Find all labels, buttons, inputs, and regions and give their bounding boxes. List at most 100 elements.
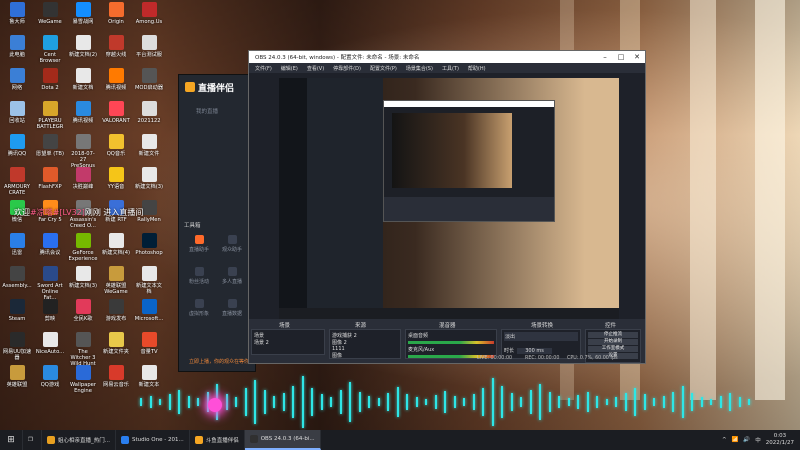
desktop-icon[interactable]: 网易云音乐 (101, 365, 131, 388)
desktop-icon[interactable]: PLAYERU BATTLEGR (35, 101, 65, 130)
app-nav-item[interactable]: 粉丝活动 (184, 267, 214, 285)
start-button[interactable]: ⊞ (0, 430, 23, 450)
duration-input[interactable]: 300 ms (517, 348, 552, 354)
app-nav-item[interactable]: 直播数据 (217, 299, 247, 317)
desktop-icon[interactable]: Dota 2 (35, 68, 65, 91)
maximize-icon[interactable]: □ (613, 53, 629, 61)
desktop-icon[interactable]: 愿望单 (TB) (35, 134, 65, 157)
waveform-bar (377, 398, 380, 406)
streaming-app-window[interactable]: 直播伴侣 我的直播 工具箱 直播助手 观众助手 粉丝活动 多人直播 虚拟形象 直播数据 立… (178, 74, 256, 372)
stop-stream-button[interactable]: 停止推流 (588, 332, 638, 338)
desktop-icon[interactable]: Assembly... (2, 266, 32, 289)
app-tab-my-live[interactable]: 我的直播 (196, 107, 255, 115)
source-item[interactable]: 图像 2 (332, 339, 398, 346)
scenes-dock[interactable]: 场景 场景 2 (251, 329, 325, 355)
app-nav-item[interactable]: 观众助手 (217, 235, 247, 253)
desktop-icon[interactable]: 穿越火线 (101, 35, 131, 58)
desktop-icon[interactable]: Sword Art Online Fat... (35, 266, 65, 301)
source-item[interactable]: 游戏捕获 2 (332, 332, 398, 339)
desktop-icon[interactable]: 新建文本文档 (134, 266, 164, 295)
desktop-icon[interactable]: 腾讯视频 (68, 101, 98, 124)
desktop-icon[interactable]: 网易UU加速器 (2, 332, 32, 361)
minimize-icon[interactable]: – (597, 53, 613, 61)
desktop-icon[interactable]: Photoshop (134, 233, 164, 256)
desktop-icon[interactable]: 腾讯视频 (101, 68, 131, 91)
app-nav-item[interactable]: 直播助手 (184, 235, 214, 253)
obs-menu-item[interactable]: 文件(F) (255, 65, 272, 72)
taskbar-app[interactable]: 姐心相亲直播_热门... (42, 430, 116, 450)
desktop-icon[interactable]: 英雄联盟WeGame (101, 266, 131, 295)
desktop-icon[interactable]: VALORANT (101, 101, 131, 124)
desktop-icon[interactable]: 新建文档 (68, 68, 98, 91)
desktop-icon[interactable]: 网络 (2, 68, 32, 91)
desktop-icon[interactable]: GeForce Experience (68, 233, 98, 262)
desktop-icon[interactable]: YY语音 (101, 167, 131, 190)
desktop-icon[interactable]: Microsoft... (134, 299, 164, 322)
start-recording-button[interactable]: 开始录制 (588, 339, 638, 345)
desktop-icon[interactable]: Among.Us (134, 2, 164, 25)
desktop-icon[interactable]: Origin (101, 2, 131, 25)
scene-item[interactable]: 场景 (254, 332, 322, 339)
desktop-icon[interactable]: 迅雷 (2, 233, 32, 256)
obs-menu-item[interactable]: 配置文件(P) (370, 65, 397, 72)
taskbar-app[interactable]: Studio One - 201... (116, 430, 190, 450)
obs-window[interactable]: OBS 24.0.3 (64-bit, windows) - 配置文件: 未命名… (248, 50, 646, 364)
scene-item[interactable]: 场景 2 (254, 339, 322, 346)
desktop-icon[interactable]: WeGame (35, 2, 65, 25)
desktop-icon[interactable]: 暴雪战网 (68, 2, 98, 25)
desktop-icon[interactable]: MOD启动器 (134, 68, 164, 91)
desktop-icon[interactable]: Cent Browser (35, 35, 65, 64)
ime-icon[interactable]: 中 (755, 436, 761, 444)
waveform-bar (748, 399, 750, 405)
desktop-icon[interactable]: 此电脑 (2, 35, 32, 58)
close-icon[interactable]: ✕ (629, 53, 645, 61)
desktop-icon[interactable]: 英雄联盟 (2, 365, 32, 388)
app-nav-item[interactable]: 多人直播 (217, 267, 247, 285)
desktop-icon[interactable]: QQ音乐 (101, 134, 131, 157)
app-nav-item[interactable]: 虚拟形象 (184, 299, 214, 317)
network-icon[interactable]: 📶 (732, 437, 739, 443)
desktop-icon[interactable]: 新建文件夹 (101, 332, 131, 355)
obs-menu-item[interactable]: 查看(V) (307, 65, 324, 72)
obs-menu-item[interactable]: 场景集合(S) (406, 65, 433, 72)
desktop-icon[interactable]: 2021122 (134, 101, 164, 124)
desktop-icon[interactable]: NiceAuto... (35, 332, 65, 355)
app-bottom-hint[interactable]: 立即上播，你的观众在等你 (189, 358, 249, 365)
desktop-icon[interactable]: 新建文档(3) (134, 167, 164, 190)
desktop-icon[interactable]: The Witcher 3 Wild Hunt (68, 332, 98, 367)
obs-menu-item[interactable]: 停靠部件(D) (333, 65, 361, 72)
obs-menu-item[interactable]: 编辑(E) (281, 65, 298, 72)
task-view-icon[interactable]: ❐ (23, 430, 42, 450)
desktop-icon[interactable]: 新建文档(2) (68, 35, 98, 58)
desktop-icon[interactable]: 决胜巅峰 (68, 167, 98, 190)
studio-mode-button[interactable]: 工作室模式 (588, 346, 638, 352)
desktop-icon[interactable]: Wallpaper Engine (68, 365, 98, 394)
desktop-icon[interactable]: ARMOURY CRATE (2, 167, 32, 196)
welcome-level: [LV32] (59, 208, 85, 217)
desktop-icon[interactable]: 2018-07-27 PreSonus (68, 134, 98, 169)
desktop-icon[interactable]: 游戏发布 (101, 299, 131, 322)
obs-preview[interactable] (279, 78, 619, 319)
desktop-icon[interactable]: 新建文件 (134, 134, 164, 157)
transition-select[interactable]: 淡出 (504, 332, 578, 341)
desktop-icon[interactable]: FlashFXP (35, 167, 65, 190)
desktop-icon[interactable]: Steam (2, 299, 32, 322)
obs-menu-item[interactable]: 工具(T) (442, 65, 459, 72)
desktop-icon[interactable]: 回收站 (2, 101, 32, 124)
clock[interactable]: 0:03 2022/1/27 (766, 433, 794, 447)
taskbar-app[interactable]: OBS 24.0.3 (64-bi... (244, 430, 321, 450)
desktop-icon[interactable]: QQ游戏 (35, 365, 65, 388)
desktop-icon[interactable]: 鲁大师 (2, 2, 32, 25)
desktop-icon[interactable]: 剪映 (35, 299, 65, 322)
obs-menu-item[interactable]: 帮助(H) (468, 65, 486, 72)
volume-icon[interactable]: 🔊 (743, 437, 750, 443)
desktop-icon[interactable]: 音量TV (134, 332, 164, 355)
desktop-icon[interactable]: 腾讯会议 (35, 233, 65, 256)
desktop-icon[interactable]: 腾讯QQ (2, 134, 32, 157)
desktop-icon[interactable]: 平台测试服 (134, 35, 164, 58)
desktop-icon[interactable]: 新建文档(3) (68, 266, 98, 289)
taskbar-app[interactable]: 斗鱼直播伴侣 (190, 430, 245, 450)
tray-chevron-icon[interactable]: ^ (722, 437, 727, 443)
desktop-icon[interactable]: 全民K歌 (68, 299, 98, 322)
desktop-icon[interactable]: 新建文档(4) (101, 233, 131, 256)
